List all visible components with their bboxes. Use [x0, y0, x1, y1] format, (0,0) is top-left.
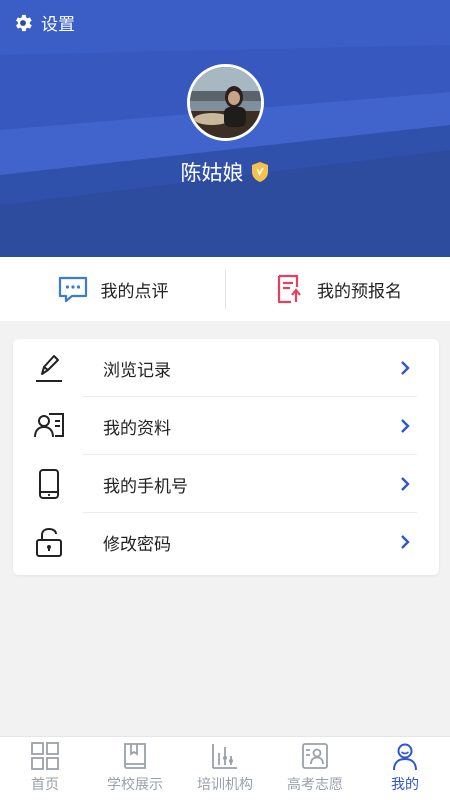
avatar[interactable] [187, 64, 264, 141]
verified-badge-icon [251, 162, 268, 182]
tab-label: 高考志愿 [287, 777, 343, 793]
chevron-right-icon [401, 361, 410, 375]
menu-item-my-profile[interactable]: 我的资料 [13, 397, 439, 455]
profile-header: 设置 陈姑娘 [0, 0, 450, 257]
tab-schools[interactable]: 学校展示 [90, 737, 180, 800]
user-identity: 陈姑娘 [0, 157, 450, 187]
tab-label: 首页 [31, 777, 59, 793]
menu-item-browsing-history[interactable]: 浏览记录 [13, 339, 439, 397]
menu-item-my-phone[interactable]: 我的手机号 [13, 455, 439, 513]
settings-label: 设置 [41, 15, 75, 35]
tab-label: 我的 [391, 777, 419, 793]
pen-icon [36, 355, 62, 382]
chart-icon [212, 744, 237, 769]
chevron-right-icon [401, 477, 410, 491]
my-pre-registration-button[interactable]: 我的预报名 [225, 257, 450, 321]
tab-label: 学校展示 [107, 777, 163, 793]
lock-icon [36, 527, 62, 557]
tab-me[interactable]: 我的 [360, 737, 450, 800]
menu-label: 我的手机号 [103, 476, 188, 497]
menu-label: 修改密码 [103, 534, 171, 555]
comment-icon [58, 276, 87, 303]
bottom-tab-bar: 首页 学校展示 培训机构 高考志愿 我的 [0, 736, 450, 800]
chevron-right-icon [401, 419, 410, 433]
book-icon [124, 743, 146, 769]
user-icon [393, 743, 417, 771]
quick-actions: 我的点评 我的预报名 [0, 257, 450, 321]
gear-icon [16, 14, 32, 31]
my-reviews-button[interactable]: 我的点评 [0, 257, 225, 321]
pre-register-icon [277, 274, 301, 304]
id-card-icon [302, 743, 328, 769]
avatar-photo [190, 67, 261, 138]
my-reviews-label: 我的点评 [100, 281, 169, 302]
menu-label: 浏览记录 [103, 360, 171, 381]
menu-label: 我的资料 [103, 418, 171, 439]
quick-divider [225, 269, 226, 309]
username: 陈姑娘 [180, 161, 244, 185]
tab-gaokao[interactable]: 高考志愿 [270, 737, 360, 800]
tab-training[interactable]: 培训机构 [180, 737, 270, 800]
my-pre-registration-label: 我的预报名 [317, 281, 402, 302]
settings-button[interactable]: 设置 [12, 10, 75, 35]
chevron-right-icon [401, 535, 410, 549]
profile-card-icon [34, 413, 64, 438]
tab-home[interactable]: 首页 [0, 737, 90, 800]
menu-item-change-password[interactable]: 修改密码 [13, 513, 439, 571]
phone-icon [39, 469, 59, 499]
tab-label: 培训机构 [197, 777, 253, 793]
account-menu: 浏览记录 我的资料 我的手机号 修改密码 [13, 339, 439, 575]
grid-icon [31, 742, 59, 770]
